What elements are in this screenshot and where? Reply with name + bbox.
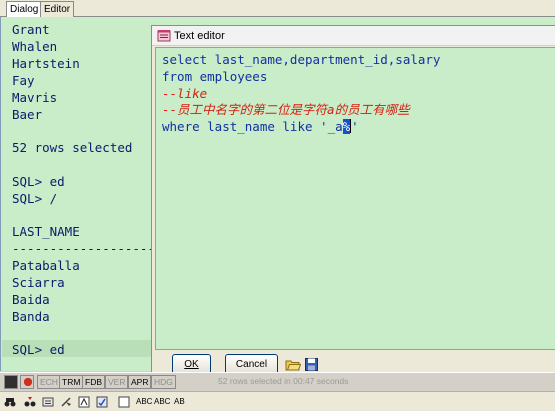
clear-icon[interactable] <box>60 394 72 410</box>
open-folder-icon[interactable] <box>285 357 301 372</box>
code-line-current: where last_name like '_a%' <box>162 118 359 135</box>
status-ver: VER <box>105 375 129 389</box>
console-line: Baida <box>12 292 50 307</box>
console-line: Whalen <box>12 39 58 54</box>
case-icon[interactable] <box>118 394 130 410</box>
editor-titlebar[interactable]: Text editor <box>152 26 555 46</box>
console-line: Mavris <box>12 90 58 105</box>
console-line: Sciarra <box>12 275 65 290</box>
bottom-toolbar: ABC ABC AB <box>0 391 555 411</box>
cancel-button-label: Cancel <box>235 359 268 370</box>
find-next-icon[interactable] <box>24 394 36 410</box>
ok-button-label: OK <box>184 359 199 370</box>
stop-icon-glyph <box>23 377 33 387</box>
tab-dialog[interactable]: Dialog <box>6 1 43 18</box>
console-line: Pataballa <box>12 258 80 273</box>
font-icon[interactable] <box>78 394 90 410</box>
console-line: 52 rows selected <box>12 140 133 155</box>
status-apr: APR <box>128 375 152 389</box>
console-line: Banda <box>12 309 50 324</box>
console-line: SQL> ed <box>12 174 65 189</box>
sql-text-area[interactable]: select last_name,department_id,salary fr… <box>155 47 555 350</box>
notepad-icon <box>157 30 171 42</box>
status-trm: TRM <box>59 375 84 389</box>
stop-icon[interactable] <box>20 375 34 389</box>
toolbar-ab[interactable]: AB <box>174 394 185 410</box>
console-line: Fay <box>12 73 35 88</box>
code-comment: --like <box>162 86 208 101</box>
status-message: 52 rows selected in 00:47 seconds <box>218 376 349 386</box>
text-editor-window: Text editor select last_name,department_… <box>151 25 555 378</box>
status-hdg: HDG <box>151 375 176 389</box>
binoculars-icon[interactable] <box>4 394 16 410</box>
code-line: from employees <box>162 69 268 84</box>
status-ech: ECH <box>37 375 61 389</box>
console-line: LAST_NAME <box>12 224 80 239</box>
status-fdb: FDB <box>82 375 105 389</box>
tab-editor[interactable]: Editor <box>40 1 75 17</box>
selected-text: % <box>342 119 351 134</box>
console-line: Grant <box>12 22 50 37</box>
code-line: select last_name,department_id,salary <box>162 52 441 67</box>
code-text: ' <box>351 119 359 134</box>
spell-check-icon[interactable] <box>96 394 108 410</box>
console-line: Baer <box>12 107 43 122</box>
editor-title: Text editor <box>174 30 225 42</box>
console-line: Hartstein <box>12 56 80 71</box>
tab-strip: Dialog Editor <box>0 0 555 18</box>
toolbar-abc-2[interactable]: ABC <box>154 394 170 410</box>
save-disk-icon[interactable] <box>304 357 320 372</box>
replace-icon[interactable] <box>42 394 54 410</box>
console-prompt-line: SQL> ed <box>12 342 65 357</box>
code-text: where last_name like '_a <box>162 119 343 134</box>
toolbar-abc-1[interactable]: ABC <box>136 394 152 410</box>
console-line: SQL> / <box>12 191 58 206</box>
indicator-block <box>4 375 18 389</box>
code-comment: --员工中名字的第二位是字符a的员工有哪些 <box>162 102 410 117</box>
status-bar: ECH TRM FDB VER APR HDG 52 rows selected… <box>0 372 555 391</box>
